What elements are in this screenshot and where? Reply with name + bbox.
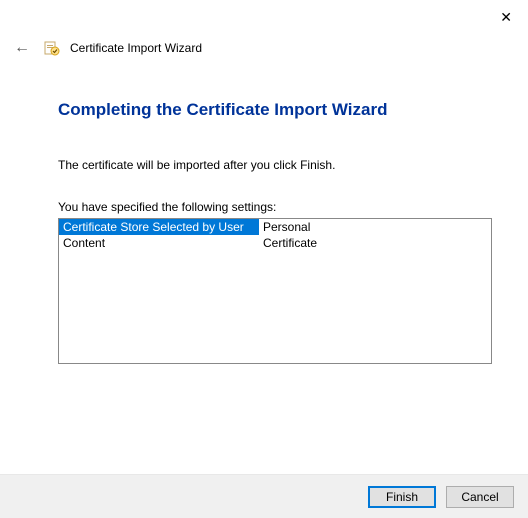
settings-row-label: Content xyxy=(59,235,259,251)
page-description: The certificate will be imported after y… xyxy=(58,158,492,172)
close-button[interactable]: ✕ xyxy=(494,6,518,28)
settings-row-label: Certificate Store Selected by User xyxy=(59,219,259,235)
window-title: Certificate Import Wizard xyxy=(70,41,202,55)
footer: Finish Cancel xyxy=(0,474,528,518)
wizard-icon xyxy=(44,40,60,56)
settings-list[interactable]: Certificate Store Selected by User Perso… xyxy=(58,218,492,364)
back-button[interactable]: ← xyxy=(10,38,34,58)
finish-button[interactable]: Finish xyxy=(368,486,436,508)
cancel-button[interactable]: Cancel xyxy=(446,486,514,508)
settings-row-value: Personal xyxy=(259,219,491,235)
page-heading: Completing the Certificate Import Wizard xyxy=(58,100,492,120)
header: ← Certificate Import Wizard xyxy=(10,38,518,58)
settings-row[interactable]: Content Certificate xyxy=(59,235,491,251)
back-arrow-icon: ← xyxy=(14,39,30,56)
close-icon: ✕ xyxy=(500,9,512,25)
settings-row-value: Certificate xyxy=(259,235,491,251)
settings-label: You have specified the following setting… xyxy=(58,200,492,214)
content-area: Completing the Certificate Import Wizard… xyxy=(58,100,492,364)
settings-row[interactable]: Certificate Store Selected by User Perso… xyxy=(59,219,491,235)
